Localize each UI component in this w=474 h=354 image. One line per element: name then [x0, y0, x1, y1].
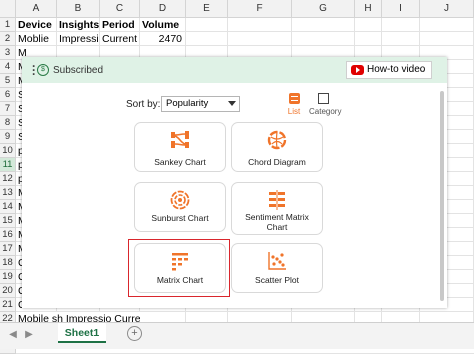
category-icon	[318, 93, 329, 104]
sort-select-value: Popularity	[166, 98, 209, 109]
row-header[interactable]: 6	[0, 88, 16, 102]
table-cell[interactable]: Device	[16, 18, 57, 32]
table-cell[interactable]: Insights	[57, 18, 100, 32]
chart-card-label: Scatter Plot	[255, 275, 299, 285]
sankey-chart-icon	[135, 129, 225, 151]
row-header[interactable]: 16	[0, 228, 16, 242]
row-header[interactable]: 20	[0, 284, 16, 298]
howto-video-button[interactable]: How-to video ⌄	[346, 61, 432, 79]
row-header[interactable]: 11	[0, 158, 16, 172]
row-header[interactable]: 5	[0, 74, 16, 88]
column-header[interactable]: D	[140, 0, 186, 18]
row-header[interactable]: 12	[0, 172, 16, 186]
table-cell[interactable]: Volume	[140, 18, 186, 32]
chart-card-sankey[interactable]: Sankey Chart	[134, 122, 226, 172]
row-header[interactable]: 2	[0, 32, 16, 46]
sort-label: Sort by:	[126, 99, 161, 110]
chart-card-sunburst[interactable]: Sunburst Chart	[134, 182, 226, 232]
row-header[interactable]: 14	[0, 200, 16, 214]
chart-card-chord[interactable]: Chord Diagram	[231, 122, 323, 172]
column-header[interactable]: J	[420, 0, 474, 18]
dropdown-arrow-icon	[228, 101, 236, 106]
table-cell[interactable]: 2470	[140, 32, 186, 46]
subscription-status: $ Subscribed	[37, 64, 103, 78]
sheet-tab-bar: ◀ ▶ Sheet1 +	[0, 322, 474, 349]
row-header[interactable]: 8	[0, 116, 16, 130]
chart-card-label: Sankey Chart	[154, 157, 206, 167]
row-header[interactable]: 21	[0, 298, 16, 312]
row-header[interactable]: 4	[0, 60, 16, 74]
add-sheet-button[interactable]: +	[127, 326, 142, 341]
row-header[interactable]: 7	[0, 102, 16, 116]
table-cell[interactable]: Impressio	[57, 32, 100, 46]
row-header[interactable]: 18	[0, 256, 16, 270]
prev-sheet-icon[interactable]: ◀	[6, 328, 20, 342]
chord-diagram-icon	[232, 129, 322, 151]
sentiment-matrix-icon	[232, 189, 322, 211]
sheet-tab-active[interactable]: Sheet1	[58, 323, 106, 343]
column-header[interactable]: C	[100, 0, 140, 18]
sunburst-chart-icon	[135, 189, 225, 211]
column-header[interactable]: E	[186, 0, 228, 18]
row-header[interactable]: 13	[0, 186, 16, 200]
chart-card-label: Chord Diagram	[248, 157, 306, 167]
column-header[interactable]: G	[292, 0, 355, 18]
view-list-button[interactable]: List	[280, 91, 308, 117]
row-header[interactable]: 17	[0, 242, 16, 256]
column-header[interactable]: I	[382, 0, 420, 18]
drag-handle-icon[interactable]: · · ·	[32, 60, 36, 80]
table-cell[interactable]: Current	[100, 32, 140, 46]
subscription-label: Subscribed	[53, 65, 104, 76]
row-header[interactable]: 19	[0, 270, 16, 284]
view-category-button[interactable]: Category	[309, 91, 342, 117]
youtube-icon	[351, 65, 364, 75]
dollar-icon: $	[37, 64, 49, 77]
chevron-down-icon: ⌄	[419, 65, 426, 74]
selected-chart-highlight	[128, 239, 230, 297]
select-all-corner[interactable]	[0, 0, 16, 18]
panel-scrollbar[interactable]	[440, 91, 444, 301]
chart-card-scatter[interactable]: Scatter Plot	[231, 243, 323, 293]
table-cell[interactable]: Period	[100, 18, 140, 32]
howto-video-label: How-to video	[367, 64, 426, 75]
addin-header-bar: · · · $ Subscribed How-to video ⌄	[22, 57, 447, 83]
view-list-label: List	[287, 107, 301, 116]
row-header[interactable]: 10	[0, 144, 16, 158]
sort-select[interactable]: Popularity	[161, 96, 240, 112]
row-header[interactable]: 3	[0, 46, 16, 60]
chart-addin-panel: · · · $ Subscribed How-to video ⌄ Sort by: …	[22, 57, 447, 308]
scatter-plot-icon	[232, 250, 322, 272]
row-header[interactable]: 15	[0, 214, 16, 228]
list-icon	[289, 93, 300, 104]
column-header[interactable]: A	[16, 0, 57, 18]
row-header[interactable]: 9	[0, 130, 16, 144]
table-cell[interactable]: Moblie	[16, 32, 57, 46]
chart-card-sentiment-matrix[interactable]: Sentiment Matrix Chart	[231, 182, 323, 235]
column-header[interactable]: B	[57, 0, 100, 18]
chart-card-label: Sentiment Matrix Chart	[245, 212, 309, 232]
view-category-label: Category	[309, 107, 342, 116]
column-header[interactable]: H	[355, 0, 382, 18]
row-header[interactable]: 1	[0, 18, 16, 32]
next-sheet-icon[interactable]: ▶	[22, 328, 36, 342]
column-header[interactable]: F	[228, 0, 292, 18]
chart-card-label: Sunburst Chart	[151, 213, 209, 223]
